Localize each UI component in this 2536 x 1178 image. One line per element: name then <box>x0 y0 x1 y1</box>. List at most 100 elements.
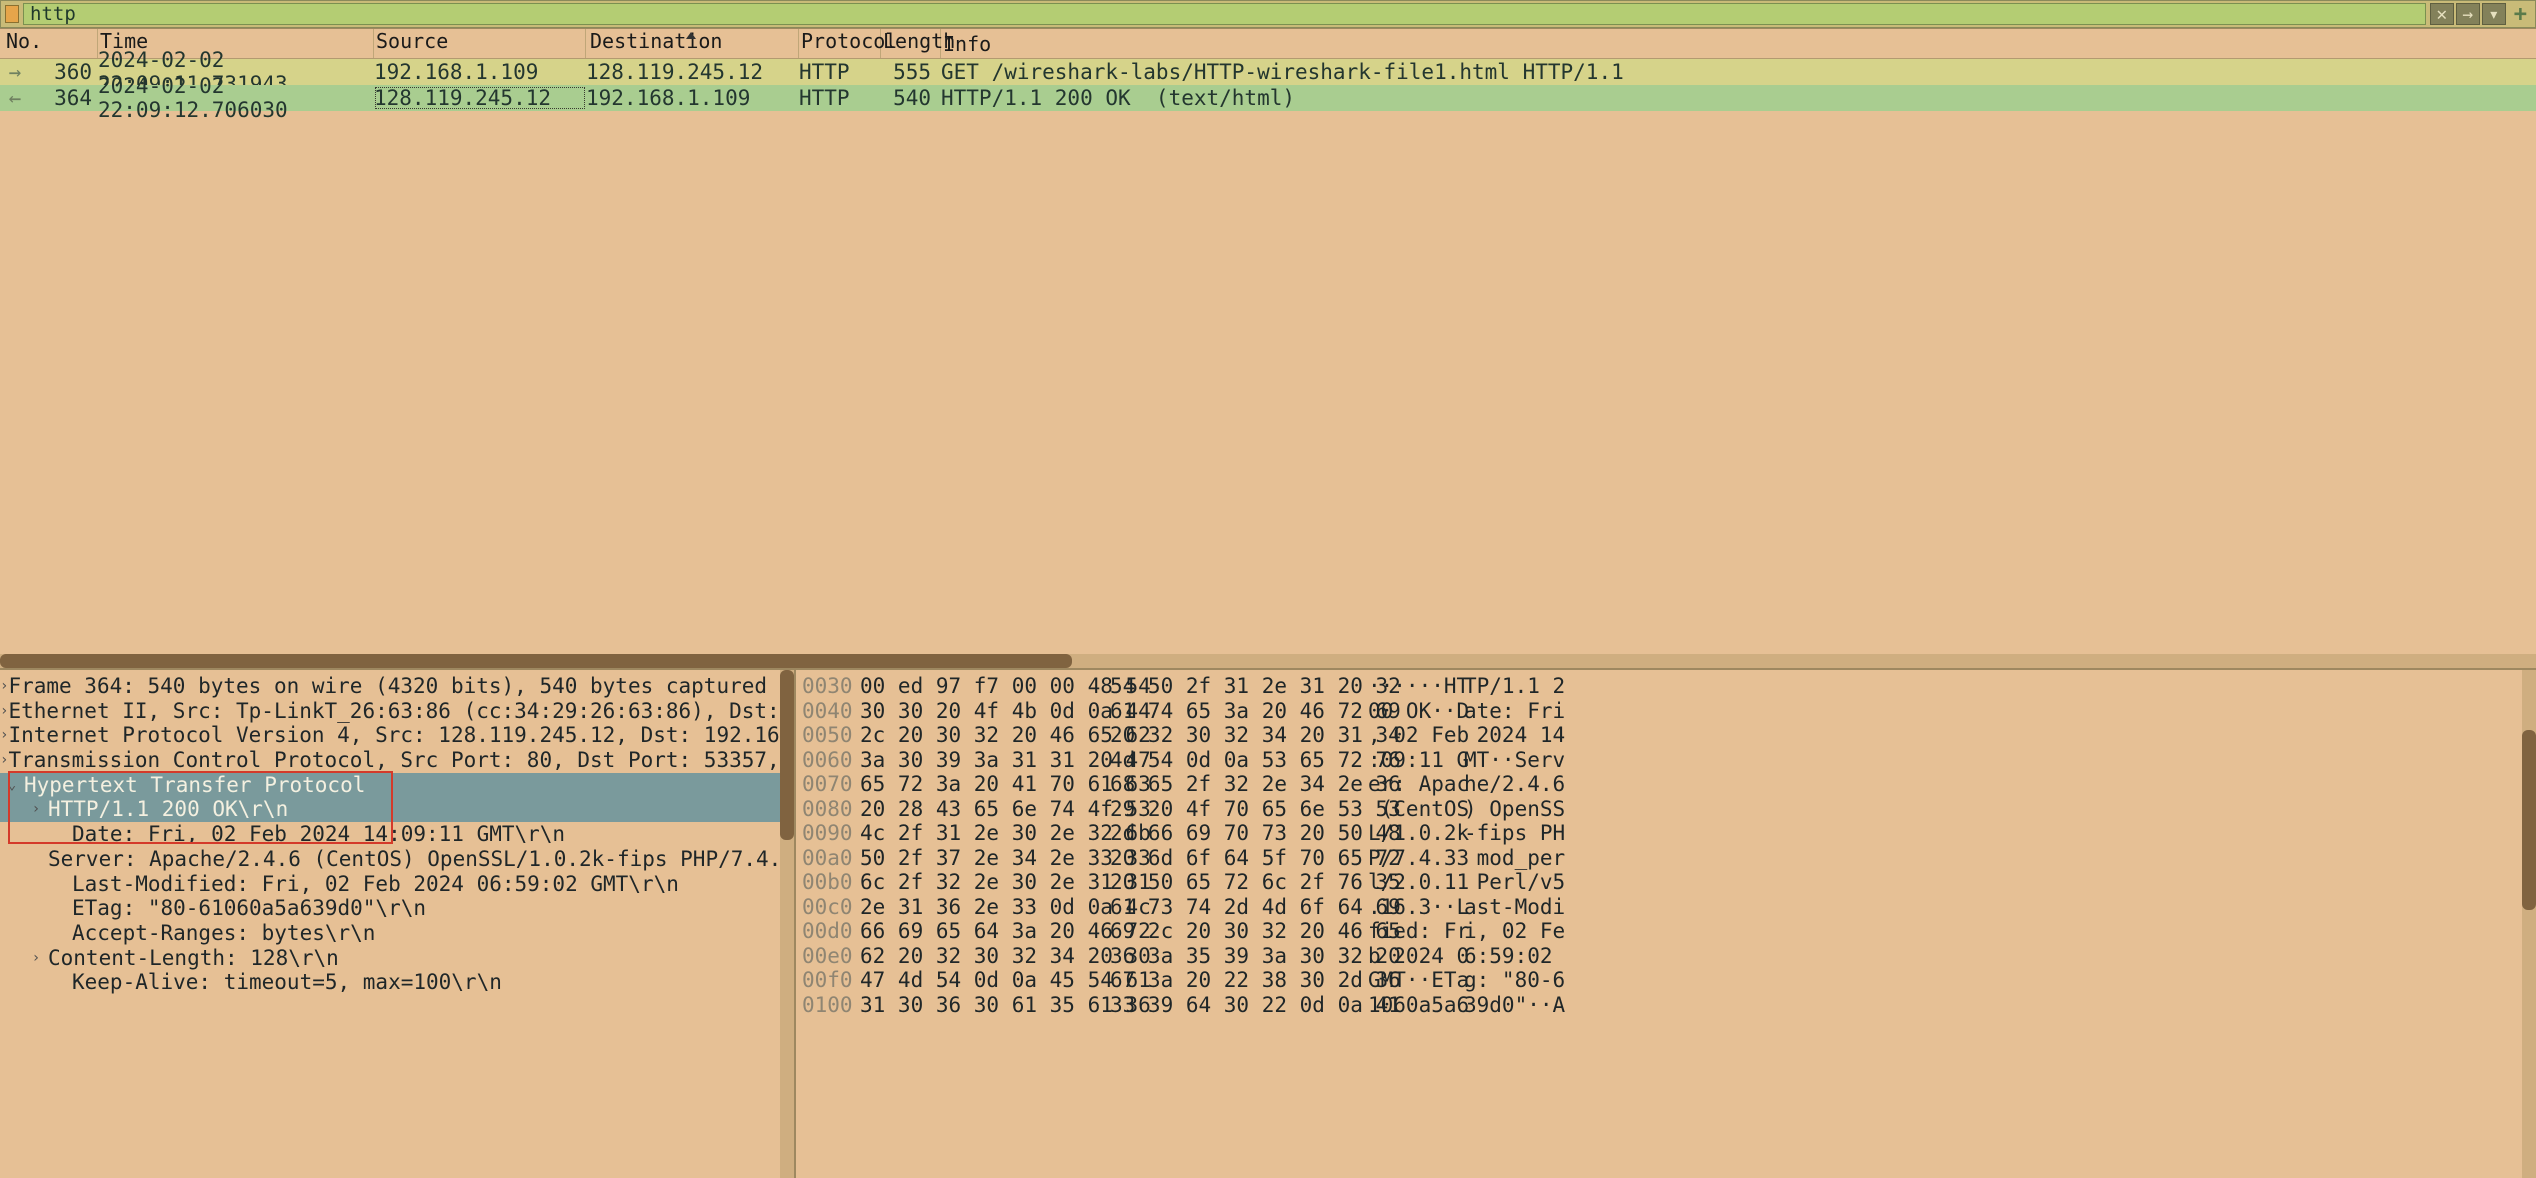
display-filter-input[interactable] <box>23 3 2426 25</box>
hex-bytes: 20 50 65 72 6c 2f 76 35 <box>1110 870 1368 894</box>
hex-bytes: 4d 54 0d 0a 53 65 72 76 <box>1110 748 1368 772</box>
hex-vscroll[interactable] <box>2522 670 2536 1178</box>
hex-ascii: P/7.4.33 <box>1368 846 1464 870</box>
hex-ascii: ······HT <box>1368 674 1464 698</box>
hex-row[interactable]: 008020 28 43 65 6e 74 4f 5329 20 4f 70 6… <box>802 797 2536 822</box>
hex-offset: 00a0 <box>802 846 860 870</box>
hex-row[interactable]: 00d066 69 65 64 3a 20 46 7269 2c 20 30 3… <box>802 919 2536 944</box>
hex-offset: 00b0 <box>802 870 860 894</box>
hex-ascii: (CentOS <box>1368 797 1464 821</box>
hex-row[interactable]: 004030 30 20 4f 4b 0d 0a 4461 74 65 3a 2… <box>802 699 2536 724</box>
chevron-down-icon[interactable]: ⌄ <box>0 773 24 798</box>
cell-protocol: HTTP <box>799 60 881 84</box>
hex-bytes: 2d 66 69 70 73 20 50 48 <box>1110 821 1368 845</box>
cell-info: HTTP/1.1 200 OK (text/html) <box>941 86 2536 110</box>
column-protocol[interactable]: Protocol <box>799 29 881 58</box>
hex-row[interactable]: 00a050 2f 37 2e 34 2e 33 3320 6d 6f 64 5… <box>802 846 2536 871</box>
hex-row[interactable]: 007065 72 3a 20 41 70 61 6368 65 2f 32 2… <box>802 772 2536 797</box>
hex-bytes: 36 3a 35 39 3a 30 32 20 <box>1110 944 1368 968</box>
column-length[interactable]: Length <box>881 29 941 58</box>
hex-ascii: 39d0"··A <box>1464 993 2536 1017</box>
tree-line[interactable]: Server: Apache/2.4.6 (CentOS) OpenSSL/1.… <box>0 847 794 872</box>
tree-line[interactable]: ETag: "80-61060a5a639d0"\r\n <box>0 896 794 921</box>
hex-row[interactable]: 00c02e 31 36 2e 33 0d 0a 4c61 73 74 2d 4… <box>802 895 2536 920</box>
hex-bytes: 69 2c 20 30 32 20 46 65 <box>1110 919 1368 943</box>
tree-line[interactable]: ›HTTP/1.1 200 OK\r\n <box>0 797 794 822</box>
column-destination[interactable]: Destination <box>586 29 799 58</box>
hex-bytes: 00 ed 97 f7 00 00 48 54 <box>860 674 1110 698</box>
hex-ascii: , 02 Feb <box>1368 723 1464 747</box>
packet-list-hscroll[interactable] <box>0 654 2536 668</box>
cell-no: 364 <box>30 86 98 110</box>
cell-length: 555 <box>881 60 941 84</box>
tree-text: Content-Length: 128\r\n <box>48 946 339 971</box>
tree-line[interactable]: ›Internet Protocol Version 4, Src: 128.1… <box>0 723 794 748</box>
chevron-right-icon[interactable]: › <box>0 723 8 748</box>
packet-row[interactable]: ←3642024-02-02 22:09:12.706030128.119.24… <box>0 85 2536 111</box>
tree-line[interactable]: ⌄Hypertext Transfer Protocol <box>0 773 794 798</box>
hex-bytes: 2c 20 30 32 20 46 65 62 <box>860 723 1110 747</box>
hex-row[interactable]: 010031 30 36 30 61 35 61 3633 39 64 30 2… <box>802 993 2536 1018</box>
hex-offset: 00e0 <box>802 944 860 968</box>
hex-bytes: 68 65 2f 32 2e 34 2e 36 <box>1110 772 1368 796</box>
hex-bytes: 3a 30 39 3a 31 31 20 47 <box>860 748 1110 772</box>
hex-ascii: 2024 14 <box>1464 723 2536 747</box>
add-filter-button[interactable]: + <box>2510 2 2531 27</box>
tree-line[interactable]: Last-Modified: Fri, 02 Feb 2024 06:59:02… <box>0 872 794 897</box>
cell-info: GET /wireshark-labs/HTTP-wireshark-file1… <box>941 60 2536 84</box>
chevron-right-icon[interactable]: › <box>0 748 8 773</box>
tree-line[interactable]: ›Frame 364: 540 bytes on wire (4320 bits… <box>0 674 794 699</box>
hex-row[interactable]: 00f047 4d 54 0d 0a 45 54 6167 3a 20 22 3… <box>802 968 2536 993</box>
hex-bytes: 2e 31 36 2e 33 0d 0a 4c <box>860 895 1110 919</box>
hex-row[interactable]: 00502c 20 30 32 20 46 65 6220 32 30 32 3… <box>802 723 2536 748</box>
hex-bytes: 30 30 20 4f 4b 0d 0a 44 <box>860 699 1110 723</box>
tree-line[interactable]: ›Ethernet II, Src: Tp-LinkT_26:63:86 (cc… <box>0 699 794 724</box>
cell-length: 540 <box>881 86 941 110</box>
tree-text: Frame 364: 540 bytes on wire (4320 bits)… <box>8 674 796 699</box>
tree-line[interactable]: Keep-Alive: timeout=5, max=100\r\n <box>0 970 794 995</box>
hex-offset: 0090 <box>802 821 860 845</box>
details-vscroll[interactable] <box>780 670 794 1178</box>
chevron-right-icon[interactable]: › <box>24 797 48 822</box>
hex-bytes: 67 3a 20 22 38 30 2d 36 <box>1110 968 1368 992</box>
chevron-right-icon[interactable]: › <box>24 946 48 971</box>
filter-history-button[interactable]: ▾ <box>2482 3 2506 25</box>
hex-bytes: 20 32 30 32 34 20 31 34 <box>1110 723 1368 747</box>
tree-line[interactable]: Accept-Ranges: bytes\r\n <box>0 921 794 946</box>
column-info[interactable]: Info <box>941 32 2536 56</box>
tree-text: Internet Protocol Version 4, Src: 128.11… <box>8 723 796 748</box>
tree-line[interactable]: ›Transmission Control Protocol, Src Port… <box>0 748 794 773</box>
tree-line[interactable]: Date: Fri, 02 Feb 2024 14:09:11 GMT\r\n <box>0 822 794 847</box>
packet-rows: →3602024-02-02 22:09:11.731943192.168.1.… <box>0 59 2536 111</box>
hex-ascii: Perl/v5 <box>1464 870 2536 894</box>
hex-offset: 0060 <box>802 748 860 772</box>
packet-list-hscroll-thumb[interactable] <box>0 654 1072 668</box>
packet-row[interactable]: →3602024-02-02 22:09:11.731943192.168.1.… <box>0 59 2536 85</box>
clear-filter-button[interactable]: ✕ <box>2430 3 2454 25</box>
hex-row[interactable]: 00904c 2f 31 2e 30 2e 32 6b2d 66 69 70 7… <box>802 821 2536 846</box>
hex-row[interactable]: 00e062 20 32 30 32 34 20 3036 3a 35 39 3… <box>802 944 2536 969</box>
hex-ascii: .16.3··L <box>1368 895 1464 919</box>
packet-details-pane: ›Frame 364: 540 bytes on wire (4320 bits… <box>0 670 796 1178</box>
bottom-panes: ›Frame 364: 540 bytes on wire (4320 bits… <box>0 668 2536 1178</box>
details-vscroll-thumb[interactable] <box>780 670 794 840</box>
hex-vscroll-thumb[interactable] <box>2522 730 2536 910</box>
tree-line[interactable]: ›Content-Length: 128\r\n <box>0 946 794 971</box>
hex-row[interactable]: 003000 ed 97 f7 00 00 48 5454 50 2f 31 2… <box>802 674 2536 699</box>
hex-row[interactable]: 00603a 30 39 3a 31 31 20 474d 54 0d 0a 5… <box>802 748 2536 773</box>
apply-filter-button[interactable]: → <box>2456 3 2480 25</box>
column-source[interactable]: Source <box>374 29 586 58</box>
hex-row[interactable]: 00b06c 2f 32 2e 30 2e 31 3120 50 65 72 6… <box>802 870 2536 895</box>
chevron-right-icon[interactable]: › <box>0 674 8 699</box>
hex-bytes: 20 28 43 65 6e 74 4f 53 <box>860 797 1110 821</box>
display-filter-bar: ✕ → ▾ + <box>0 0 2536 28</box>
column-no[interactable]: No. <box>0 29 98 58</box>
hex-ascii: l/2.0.11 <box>1368 870 1464 894</box>
hex-offset: 00f0 <box>802 968 860 992</box>
hex-ascii: g: "80-6 <box>1464 968 2536 992</box>
cell-protocol: HTTP <box>799 86 881 110</box>
chevron-right-icon[interactable]: › <box>0 699 8 724</box>
hex-ascii: -fips PH <box>1464 821 2536 845</box>
cell-destination: 128.119.245.12 <box>586 60 799 84</box>
bookmark-icon[interactable] <box>5 5 19 23</box>
